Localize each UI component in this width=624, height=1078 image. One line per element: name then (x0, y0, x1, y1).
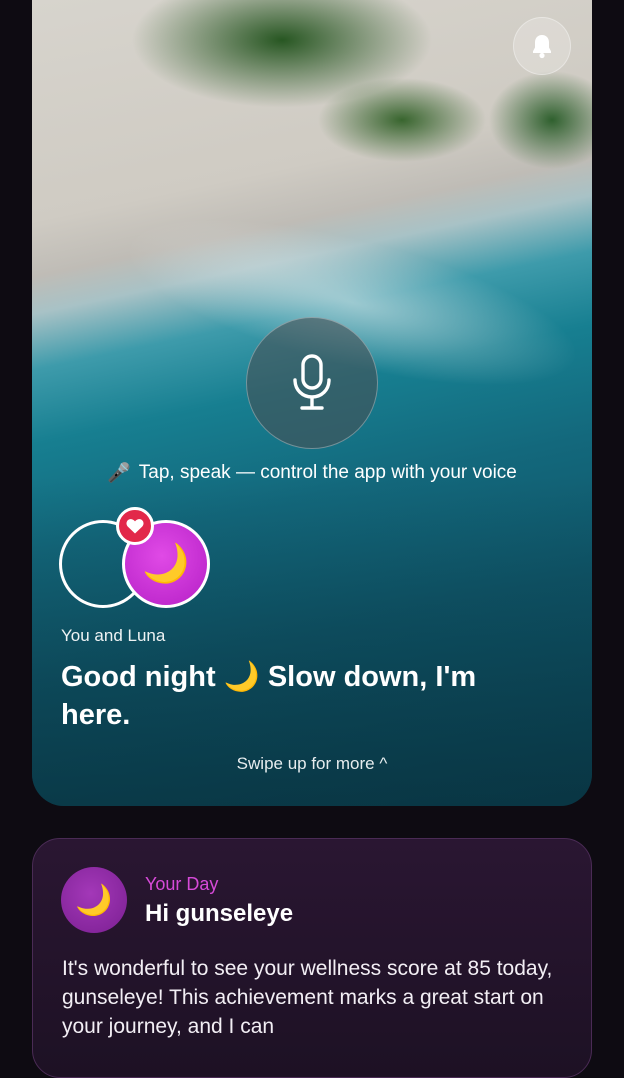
couple-avatars[interactable]: 🌙 (59, 507, 219, 617)
couple-label: You and Luna (61, 626, 166, 645)
your-day-label: Your Day (145, 874, 219, 894)
bell-icon (533, 35, 551, 59)
luna-day-avatar: 🌙 (61, 867, 127, 933)
day-greeting-title: Hi gunseleye (145, 900, 294, 927)
greeting-text: Good night 🌙 Slow down, I'm here. (61, 661, 477, 731)
voice-hint: 🎤 Tap, speak — control the app with your… (32, 461, 592, 485)
microphone-emoji-icon: 🎤 (107, 463, 131, 484)
moon-icon: 🌙 (75, 883, 113, 917)
swipe-up-hint[interactable]: Swipe up for more ^ (32, 754, 592, 774)
microphone-icon (293, 354, 331, 410)
heart-icon (126, 519, 144, 534)
your-day-card[interactable]: 🌙 Your Day Hi gunseleye It's wonderful t… (32, 838, 592, 1078)
hero-card: 🎤 Tap, speak — control the app with your… (32, 0, 592, 806)
moon-icon: 🌙 (142, 543, 190, 585)
voice-hint-text: Tap, speak — control the app with your v… (138, 462, 517, 483)
notifications-button[interactable] (513, 17, 571, 75)
voice-mic-button[interactable] (246, 317, 378, 449)
day-message: It's wonderful to see your wellness scor… (62, 957, 553, 1038)
heart-badge (116, 507, 154, 545)
